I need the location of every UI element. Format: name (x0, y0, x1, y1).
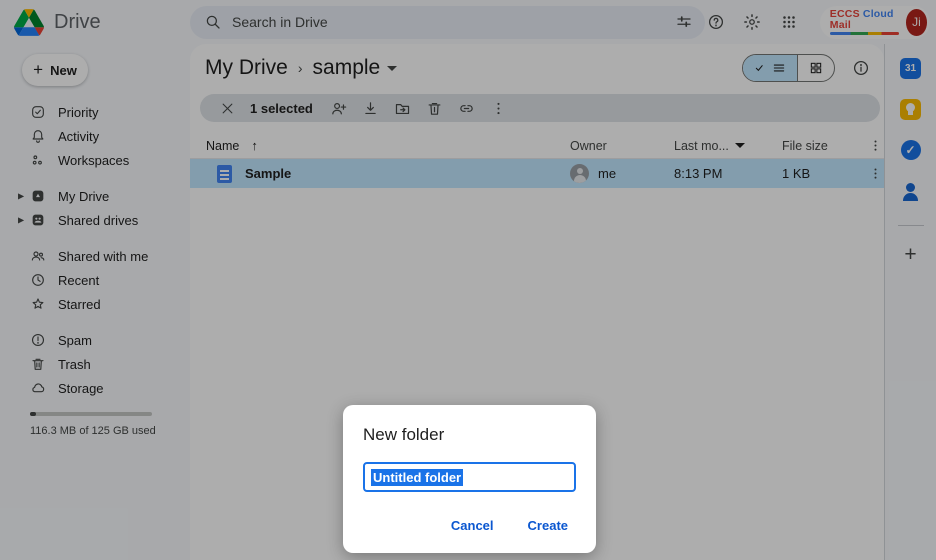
folder-name-input[interactable]: Untitled folder (363, 462, 576, 492)
selected-input-text: Untitled folder (371, 469, 463, 486)
create-button[interactable]: Create (516, 512, 580, 539)
cancel-button[interactable]: Cancel (439, 512, 506, 539)
google-drive-app: Drive (0, 0, 936, 560)
new-folder-dialog: New folder Untitled folder Cancel Create (343, 405, 596, 553)
dialog-actions: Cancel Create (439, 512, 580, 539)
dialog-title: New folder (363, 425, 576, 445)
